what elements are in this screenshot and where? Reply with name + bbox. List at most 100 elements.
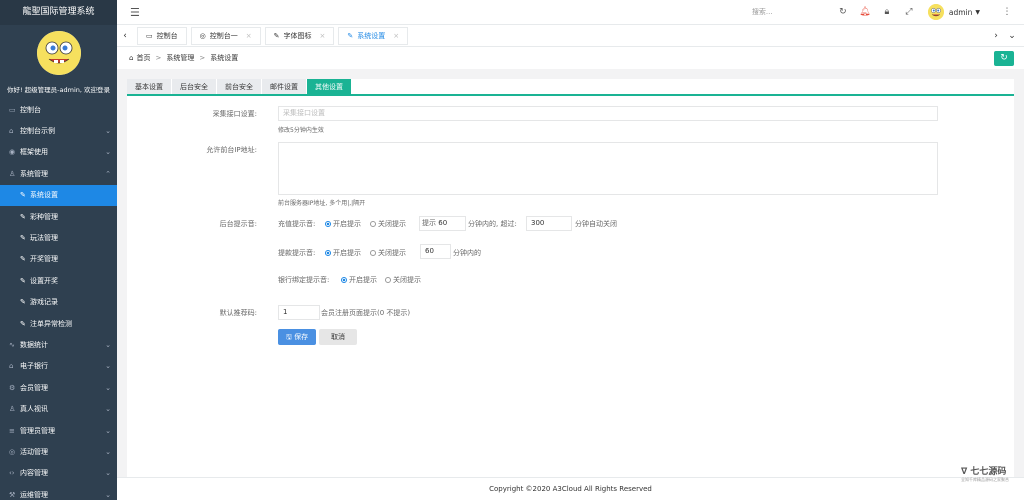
caret-down-icon: ▼ bbox=[975, 8, 980, 16]
ref-help: 会员注册页面提示(0 不提示) bbox=[321, 309, 411, 317]
breadcrumb-level1[interactable]: 系统管理 bbox=[166, 53, 194, 63]
withdraw-on-radio[interactable]: 开启提示 bbox=[325, 248, 361, 258]
settings-panel: 基本设置 后台安全 前台安全 邮件设置 其他设置 采集接口设置: 采集接口设置 修改5分… bbox=[127, 79, 1014, 477]
chevron-up-icon: ⌃ bbox=[105, 169, 111, 178]
recharge-minutes-input[interactable]: 提示 60 bbox=[419, 216, 466, 231]
tab[interactable]: ◎ 控制台一 × bbox=[190, 26, 261, 45]
sidebar: 龍聖国际管理系统 你好! 超级管理员-admin, 欢迎登录 ▭ 控制台 ⌂ 控制台示… bbox=[0, 0, 117, 500]
sidebar-item[interactable]: ◉ 框架使用 ⌄ bbox=[0, 142, 117, 163]
sidebar-item[interactable]: ◎ 活动管理 ⌄ bbox=[0, 441, 117, 462]
sidebar-item[interactable]: ✎ 彩种管理 bbox=[0, 206, 117, 227]
sidebar-item[interactable]: ⌂ 电子银行 ⌄ bbox=[0, 356, 117, 377]
bank-icon: ⌂ bbox=[9, 362, 14, 371]
chevron-down-icon: ⌄ bbox=[105, 405, 111, 414]
watermark-logo: ∇ 七七源码 全知千库精品源码之家聚合 bbox=[961, 467, 1009, 482]
pen-icon: ✎ bbox=[20, 276, 26, 285]
refresh-icon[interactable]: ↻ bbox=[832, 7, 854, 17]
ip-help: 前台服务器IP地址, 多个用|,|隔开 bbox=[278, 200, 366, 207]
save-button[interactable]: 🖫︎ 保存 bbox=[278, 329, 316, 345]
home-icon: ⌂ bbox=[129, 54, 134, 62]
sidebar-item[interactable]: ⚒ 运维管理 ⌄ bbox=[0, 484, 117, 500]
settings-tab[interactable]: 后台安全 bbox=[172, 79, 217, 94]
recharge-off-radio[interactable]: 关闭提示 bbox=[370, 219, 406, 229]
bell-icon[interactable]: 🔔︎ bbox=[854, 7, 876, 17]
search-input[interactable]: 搜索... bbox=[752, 7, 832, 17]
recharge-on-radio[interactable]: 开启提示 bbox=[325, 219, 361, 229]
recharge-suffix-text: 分钟自动关闭 bbox=[575, 220, 617, 228]
chevron-down-icon: ⌄ bbox=[105, 469, 111, 478]
recharge-timeout-input[interactable]: 300 bbox=[526, 216, 572, 231]
close-icon[interactable]: × bbox=[319, 32, 325, 40]
sidebar-item[interactable]: ✎ 设置开奖 bbox=[0, 270, 117, 291]
radio-checked-icon bbox=[341, 277, 347, 283]
collect-input[interactable]: 采集接口设置 bbox=[278, 106, 938, 121]
sidebar-item[interactable]: ✎ 玩法管理 bbox=[0, 227, 117, 248]
ref-input[interactable]: 1 bbox=[278, 305, 320, 320]
sidebar-item[interactable]: ✎ 游戏记录 bbox=[0, 292, 117, 313]
sidebar-item-label: 游戏记录 bbox=[30, 298, 58, 307]
bank-on-radio[interactable]: 开启提示 bbox=[341, 275, 377, 285]
tab[interactable]: ✎ 字体图标 × bbox=[264, 26, 335, 45]
withdraw-label: 提款提示音: bbox=[278, 249, 316, 257]
sidebar-item-label: 管理员管理 bbox=[20, 426, 55, 435]
chevron-down-icon: ⌄ bbox=[105, 362, 111, 371]
sidebar-item[interactable]: ♙ 系统管理 ⌃ bbox=[0, 163, 117, 184]
sidebar-item[interactable]: ♙ 真人视讯 ⌄ bbox=[0, 398, 117, 419]
refresh-button[interactable]: ↻ bbox=[994, 51, 1014, 66]
sidebar-item[interactable]: ‹› 内容管理 ⌄ bbox=[0, 463, 117, 484]
bank-off-radio[interactable]: 关闭提示 bbox=[385, 275, 421, 285]
tab[interactable]: ✎ 系统设置 × bbox=[338, 26, 409, 45]
user-menu[interactable]: admin ▼ bbox=[927, 4, 980, 20]
tab[interactable]: ▭ 控制台 bbox=[137, 26, 187, 45]
sidebar-item[interactable]: ⚙ 会员管理 ⌄ bbox=[0, 377, 117, 398]
more-icon[interactable]: ⋮ bbox=[996, 7, 1018, 17]
close-icon[interactable]: × bbox=[393, 32, 399, 40]
chevron-right-icon[interactable]: › bbox=[988, 31, 1004, 41]
close-icon[interactable]: × bbox=[246, 32, 252, 40]
withdraw-off-radio[interactable]: 关闭提示 bbox=[370, 248, 406, 258]
sidebar-item[interactable]: ⌂ 控制台示例 ⌄ bbox=[0, 120, 117, 141]
menu-toggle-icon[interactable]: ☰ bbox=[130, 6, 140, 19]
sidebar-item-label: 运维管理 bbox=[20, 490, 48, 499]
avatar[interactable] bbox=[36, 31, 81, 75]
chevron-down-icon: ⌄ bbox=[105, 426, 111, 435]
footer: Copyright ©2020 A3Cloud All Rights Reser… bbox=[117, 477, 1024, 500]
sidebar-item-label: 设置开奖 bbox=[30, 276, 58, 285]
sidebar-item[interactable]: ✎ 注单异常检测 bbox=[0, 313, 117, 334]
ip-textarea[interactable] bbox=[278, 142, 938, 195]
chevron-down-icon: ⌄ bbox=[105, 127, 111, 136]
chevron-left-icon[interactable]: ‹ bbox=[117, 31, 133, 41]
sidebar-item[interactable]: ✎ 开奖管理 bbox=[0, 249, 117, 270]
user-icon: ♙ bbox=[9, 169, 16, 178]
fullscreen-icon[interactable]: ⤢ bbox=[898, 7, 920, 17]
sidebar-item[interactable]: ∿ 数据统计 ⌄ bbox=[0, 334, 117, 355]
sidebar-item[interactable]: ▭ 控制台 bbox=[0, 99, 117, 120]
tab-label: 控制台 bbox=[156, 31, 178, 40]
settings-tab[interactable]: 邮件设置 bbox=[262, 79, 307, 94]
breadcrumb-separator: > bbox=[155, 54, 162, 62]
recharge-prefix: 提示 bbox=[422, 219, 436, 227]
lock-icon[interactable]: 🔒︎ bbox=[876, 7, 898, 17]
person-icon: ♙ bbox=[9, 405, 16, 414]
cancel-button[interactable]: 取消 bbox=[319, 329, 357, 345]
radio-checked-icon bbox=[325, 250, 331, 256]
chevron-down-icon: ⌄ bbox=[105, 148, 111, 157]
pen-icon: ✎ bbox=[20, 255, 26, 264]
alert-label: 后台提示音: bbox=[219, 220, 257, 228]
sidebar-item[interactable]: ≡ 管理员管理 ⌄ bbox=[0, 420, 117, 441]
radio-checked-icon bbox=[325, 221, 331, 227]
tabs-bar: ‹ ▭ 控制台 ◎ 控制台一 × ✎ 字体图标 × ✎ 系统设置 × › ⌄ bbox=[117, 25, 1024, 47]
pen-icon: ✎ bbox=[20, 298, 26, 307]
withdraw-minutes-input[interactable]: 60 bbox=[420, 244, 451, 259]
breadcrumb-home[interactable]: 首页 bbox=[136, 53, 150, 63]
pen-icon: ✎ bbox=[20, 234, 26, 243]
pen-icon: ✎ bbox=[273, 31, 280, 40]
settings-tab[interactable]: 其他设置 bbox=[307, 79, 352, 94]
ip-label: 允许前台IP地址: bbox=[206, 146, 257, 154]
settings-tab[interactable]: 前台安全 bbox=[217, 79, 262, 94]
pen-icon: ✎ bbox=[20, 212, 26, 221]
settings-tab[interactable]: 基本设置 bbox=[127, 79, 172, 94]
sidebar-item[interactable]: ✎ 系统设置 bbox=[0, 184, 117, 206]
chevron-down-icon[interactable]: ⌄ bbox=[1004, 31, 1020, 41]
sidebar-item-label: 会员管理 bbox=[20, 383, 48, 392]
